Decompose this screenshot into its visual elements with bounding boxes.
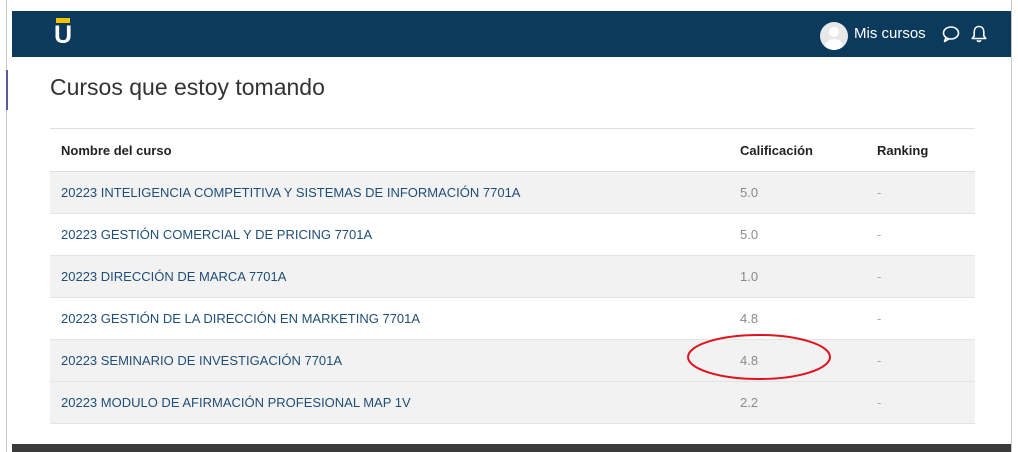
left-marker xyxy=(6,70,8,110)
courses-table: Nombre del curso Calificación Ranking 20… xyxy=(50,128,975,424)
course-ranking: - xyxy=(877,339,975,382)
table-header-row: Nombre del curso Calificación Ranking xyxy=(50,128,975,172)
course-grade: 5.0 xyxy=(740,213,877,256)
table-row: 20223 GESTIÓN DE LA DIRECCIÓN EN MARKETI… xyxy=(50,297,975,340)
course-grade: 1.0 xyxy=(740,255,877,298)
course-link[interactable]: 20223 MODULO DE AFIRMACIÓN PROFESIONAL M… xyxy=(61,395,411,410)
course-ranking: - xyxy=(877,381,975,424)
header-course[interactable]: Nombre del curso xyxy=(50,128,740,172)
user-avatar[interactable] xyxy=(820,22,848,50)
table-row: 20223 GESTIÓN COMERCIAL Y DE PRICING 770… xyxy=(50,213,975,256)
mis-cursos-link[interactable]: Mis cursos xyxy=(854,24,926,44)
table-row: 20223 INTELIGENCIA COMPETITIVA Y SISTEMA… xyxy=(50,171,975,214)
course-ranking: - xyxy=(877,171,975,214)
table-row: 20223 MODULO DE AFIRMACIÓN PROFESIONAL M… xyxy=(50,381,975,424)
course-ranking: - xyxy=(877,255,975,298)
chat-icon[interactable] xyxy=(941,24,961,44)
logo-letter: U xyxy=(54,21,73,49)
course-ranking: - xyxy=(877,213,975,256)
table-row: 20223 DIRECCIÓN DE MARCA 7701A 1.0 - xyxy=(50,255,975,298)
course-ranking: - xyxy=(877,297,975,340)
logo[interactable]: U xyxy=(54,13,76,49)
header-grade[interactable]: Calificación xyxy=(740,128,877,172)
right-border xyxy=(1011,0,1012,452)
header-ranking[interactable]: Ranking xyxy=(877,128,975,172)
left-border xyxy=(6,0,7,452)
course-link[interactable]: 20223 GESTIÓN COMERCIAL Y DE PRICING 770… xyxy=(61,227,372,242)
red-ellipse-annotation xyxy=(687,334,831,380)
footer-bar xyxy=(12,444,1011,452)
course-link[interactable]: 20223 DIRECCIÓN DE MARCA 7701A xyxy=(61,269,286,284)
course-grade: 5.0 xyxy=(740,171,877,214)
page-title: Cursos que estoy tomando xyxy=(50,74,325,100)
course-link[interactable]: 20223 GESTIÓN DE LA DIRECCIÓN EN MARKETI… xyxy=(61,311,420,326)
course-link[interactable]: 20223 INTELIGENCIA COMPETITIVA Y SISTEMA… xyxy=(61,185,520,200)
table-row: 20223 SEMINARIO DE INVESTIGACIÓN 7701A 4… xyxy=(50,339,975,382)
bell-icon[interactable] xyxy=(969,24,989,44)
top-navbar: U Mis cursos xyxy=(12,11,1011,57)
course-grade: 2.2 xyxy=(740,381,877,424)
course-link[interactable]: 20223 SEMINARIO DE INVESTIGACIÓN 7701A xyxy=(61,353,342,368)
